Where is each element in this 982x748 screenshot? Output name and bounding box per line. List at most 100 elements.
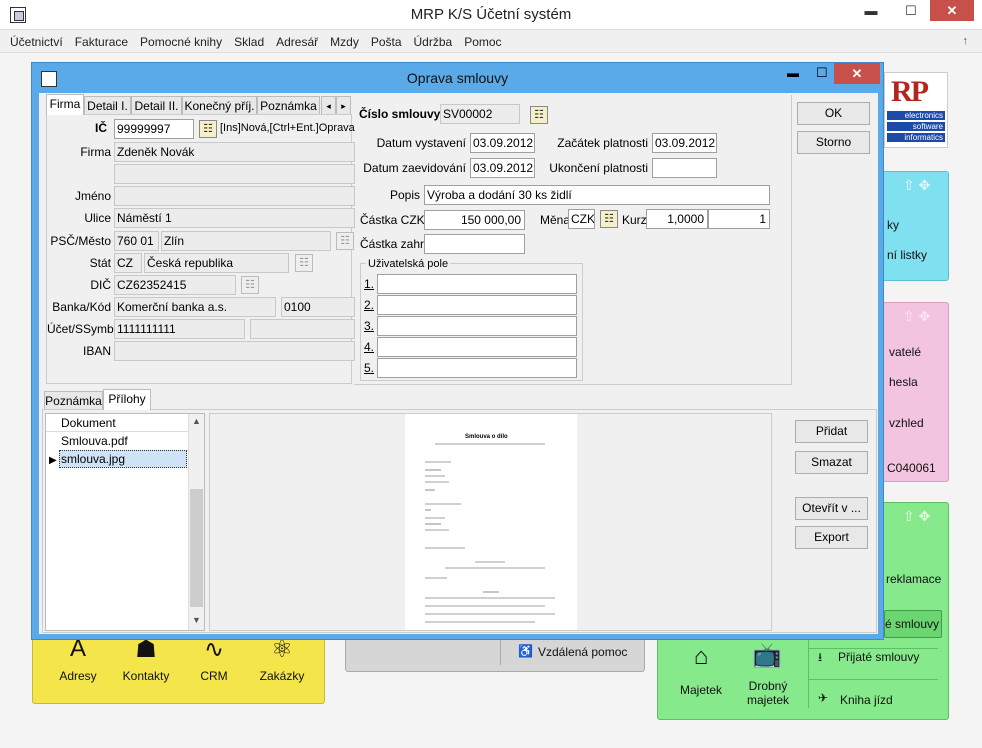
scrollbar-thumb[interactable] (190, 489, 203, 607)
dialog-close-button[interactable]: ✕ (834, 63, 880, 84)
attachment-scrollbar[interactable]: ▲ ▼ (188, 414, 204, 630)
ok-button[interactable]: OK (797, 102, 870, 125)
kurz-jednotka-input[interactable]: 1 (708, 209, 770, 229)
tile-cyan-item-2[interactable]: ní listky (887, 248, 927, 262)
stat-name-input[interactable]: Česká republika (144, 253, 289, 273)
vydane-smlouvy-button[interactable]: é smlouvy (884, 610, 942, 638)
close-button[interactable]: ✕ (930, 0, 974, 21)
jmeno-input[interactable] (114, 186, 355, 206)
user-field-2-input[interactable] (377, 295, 577, 315)
tile-up-icon[interactable]: ⇧ ✥ (903, 308, 930, 325)
scroll-up-icon[interactable]: ↑ (963, 35, 969, 47)
tab-detail-1[interactable]: Detail I. (84, 96, 131, 115)
tile-pink-item-1[interactable]: vatelé (889, 345, 921, 359)
user-field-1-input[interactable] (377, 274, 577, 294)
ulice-input[interactable]: Náměstí 1 (114, 208, 355, 228)
remote-help-link[interactable]: Vzdálená pomoc (538, 645, 627, 659)
attachment-item-jpg[interactable]: smlouva.jpg (59, 450, 187, 468)
user-field-5-input[interactable] (377, 358, 577, 378)
zakazky-label[interactable]: Zakázky (251, 669, 313, 683)
datum-vystaveni-input[interactable]: 03.09.2012 (470, 133, 535, 153)
tab-scroll-left-icon[interactable]: ◂ (321, 96, 336, 115)
castka-zahr-input[interactable] (424, 234, 525, 254)
pridat-button[interactable]: Přidat (795, 420, 868, 443)
tv-icon[interactable]: 📺 (752, 641, 782, 670)
firma-input-2[interactable] (114, 164, 355, 184)
ic-input[interactable]: 99999997 (114, 119, 194, 139)
dic-label: DIČ (90, 278, 111, 292)
ic-lookup-icon[interactable]: ☷ (199, 120, 217, 138)
menu-udrzba[interactable]: Údržba (408, 31, 459, 49)
banka-kod-input[interactable]: 0100 (281, 297, 355, 317)
firma-input[interactable]: Zdeněk Novák (114, 142, 355, 162)
dic-input[interactable]: CZ62352415 (114, 275, 236, 295)
mena-lookup-icon[interactable]: ☷ (600, 210, 618, 228)
dialog-minimize-button[interactable]: ▬ (787, 66, 799, 80)
minimize-button[interactable]: ▬ (858, 0, 884, 21)
ukonceni-platnosti-input[interactable] (652, 158, 717, 178)
drobny-majetek-label[interactable]: Drobný majetek (738, 679, 798, 707)
tile-up-icon[interactable]: ⇧ ✥ (903, 177, 930, 194)
iban-input[interactable] (114, 341, 355, 361)
scroll-up-icon[interactable]: ▲ (192, 416, 201, 426)
menu-sklad[interactable]: Sklad (228, 31, 270, 49)
stat-code-input[interactable]: CZ (114, 253, 142, 273)
tab-prilohy[interactable]: Přílohy (103, 389, 151, 410)
popis-input[interactable]: Výroba a dodání 30 ks židlí (424, 185, 770, 205)
kniha-jizd-link[interactable]: Kniha jízd (840, 693, 893, 707)
datum-zaevidovani-input[interactable]: 03.09.2012 (470, 158, 535, 178)
attachment-list[interactable]: Dokument Smlouva.pdf ▶ smlouva.jpg ▲ ▼ (45, 413, 205, 631)
tile-up-icon[interactable]: ⇧ ✥ (903, 508, 930, 525)
castka-czk-input[interactable]: 150 000,00 (424, 210, 525, 230)
cislo-smlouvy-input[interactable]: SV00002 (440, 104, 520, 124)
tab-poznamka[interactable]: Poznámka (257, 96, 320, 115)
house-icon[interactable]: ⌂ (686, 643, 716, 671)
tile-pink-item-3[interactable]: vzhled (889, 416, 924, 430)
tab-scroll-right-icon[interactable]: ▸ (336, 96, 351, 115)
crm-label[interactable]: CRM (183, 669, 245, 683)
maximize-button[interactable]: ☐ (898, 0, 924, 21)
menu-pomocne-knihy[interactable]: Pomocné knihy (134, 31, 228, 49)
scroll-down-icon[interactable]: ▼ (192, 615, 201, 625)
tile-green-reklamace[interactable]: reklamace (886, 572, 941, 586)
menu-mzdy[interactable]: Mzdy (324, 31, 365, 49)
ssymb-input[interactable] (250, 319, 355, 339)
user-field-4-input[interactable] (377, 337, 577, 357)
tile-cyan-item-1[interactable]: ky (887, 218, 899, 232)
menu-ucetnictvi[interactable]: Účetnictví (0, 31, 69, 49)
smazat-button[interactable]: Smazat (795, 451, 868, 474)
psc-input[interactable]: 760 01 (114, 231, 159, 251)
tab-konecny-prijemce[interactable]: Konečný příj. (182, 96, 257, 115)
menu-posta[interactable]: Pošta (365, 31, 408, 49)
kurz-input[interactable]: 1,0000 (646, 209, 708, 229)
export-button[interactable]: Export (795, 526, 868, 549)
menu-adresar[interactable]: Adresář (270, 31, 324, 49)
dialog-maximize-button[interactable]: ☐ (816, 65, 828, 81)
mena-input[interactable]: CZK (568, 209, 595, 229)
ucet-input[interactable]: 1111111111 (114, 319, 245, 339)
divider (808, 679, 938, 680)
cislo-lookup-icon[interactable]: ☷ (530, 106, 548, 124)
prijate-smlouvy-link[interactable]: Přijaté smlouvy (838, 650, 919, 664)
tab-poznamka-lower[interactable]: Poznámka (44, 391, 103, 410)
otevrit-v-button[interactable]: Otevřít v ... (795, 497, 868, 520)
menu-fakturace[interactable]: Fakturace (69, 31, 134, 49)
kontakty-label[interactable]: Kontakty (115, 669, 177, 683)
mesto-input[interactable]: Zlín (161, 231, 331, 251)
dic-lookup-icon[interactable]: ☷ (241, 276, 259, 294)
tab-detail-2[interactable]: Detail II. (131, 96, 182, 115)
adresy-label[interactable]: Adresy (47, 669, 109, 683)
accessibility-icon: ♿ (518, 644, 533, 658)
tab-firma[interactable]: Firma (46, 94, 84, 115)
user-field-3-input[interactable] (377, 316, 577, 336)
zacatek-platnosti-input[interactable]: 03.09.2012 (652, 133, 717, 153)
banka-input[interactable]: Komerční banka a.s. (114, 297, 276, 317)
stat-lookup-icon[interactable]: ☷ (295, 254, 313, 272)
tile-pink-item-2[interactable]: hesla (889, 375, 918, 389)
storno-button[interactable]: Storno (797, 131, 870, 154)
menu-pomoc[interactable]: Pomoc (458, 31, 507, 49)
majetek-label[interactable]: Majetek (672, 683, 730, 697)
tile-pink-item-4[interactable]: C040061 (887, 461, 936, 475)
mesto-lookup-icon[interactable]: ☷ (336, 232, 354, 250)
attachment-item-pdf[interactable]: Smlouva.pdf (61, 431, 128, 451)
